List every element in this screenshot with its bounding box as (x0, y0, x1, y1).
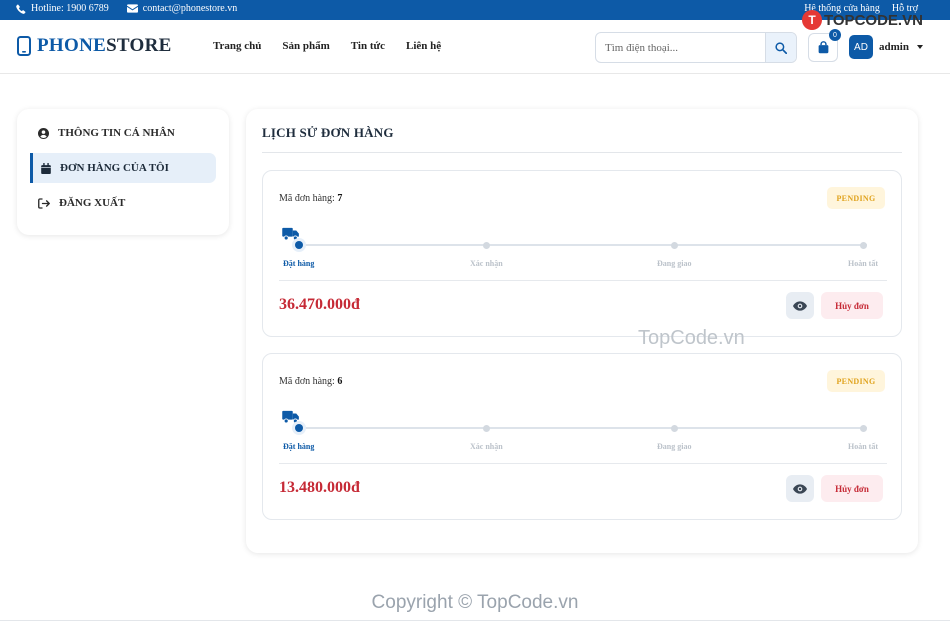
step-label-shipping: Đang giao (657, 442, 692, 451)
step-label-ordered: Đặt hàng (283, 259, 315, 268)
envelope-icon (126, 4, 138, 13)
sidebar-item-orders[interactable]: ĐƠN HÀNG CỦA TÔI (30, 153, 216, 183)
account-sidebar: THÔNG TIN CÁ NHÂN ĐƠN HÀNG CỦA TÔI ĐĂNG … (17, 109, 229, 235)
calendar-icon (41, 162, 51, 174)
order-total: 13.480.000đ (279, 479, 360, 496)
search-input[interactable] (596, 33, 766, 62)
step-label-confirmed: Xác nhận (470, 442, 503, 451)
username: admin (879, 41, 909, 53)
search-box (595, 32, 797, 63)
user-circle-icon (38, 127, 49, 139)
hotline[interactable]: Hotline: 1900 6789 (16, 3, 109, 14)
step-dot-completed (860, 425, 867, 432)
topcode-logo: T TOPCODE.VN (802, 10, 923, 30)
sidebar-item-logout[interactable]: ĐĂNG XUẤT (30, 188, 216, 218)
mobile-phone-icon (17, 36, 31, 56)
main-nav: Trang chủ Sản phẩm Tin tức Liên hệ (213, 40, 441, 52)
nav-news[interactable]: Tin tức (351, 40, 385, 52)
email-text: contact@phonestore.vn (142, 3, 238, 14)
step-dot-ordered (292, 421, 306, 435)
order-history-panel: LỊCH SỬ ĐƠN HÀNG Mã đơn hàng: 7 PENDING … (246, 109, 918, 553)
search-button[interactable] (765, 33, 796, 62)
sidebar-item-label: ĐƠN HÀNG CỦA TÔI (60, 162, 169, 174)
order-progress-tracker (279, 410, 887, 450)
order-total: 36.470.000đ (279, 296, 360, 313)
step-dot-confirmed (483, 242, 490, 249)
search-icon (775, 41, 787, 54)
phone-icon (16, 4, 26, 14)
step-dot-shipping (671, 242, 678, 249)
order-progress-tracker (279, 227, 887, 267)
topcode-logo-text: TOPCODE.VN (824, 11, 923, 29)
nav-contact[interactable]: Liên hệ (406, 40, 441, 52)
page-title: LỊCH SỬ ĐƠN HÀNG (262, 125, 394, 140)
sidebar-item-profile[interactable]: THÔNG TIN CÁ NHÂN (30, 118, 216, 148)
divider (279, 463, 887, 464)
view-order-button[interactable] (786, 292, 814, 319)
step-label-ordered: Đặt hàng (283, 442, 315, 451)
step-dot-shipping (671, 425, 678, 432)
step-label-completed: Hoàn tất (848, 259, 878, 268)
logo-phone-text: PHONE (37, 35, 107, 56)
user-menu[interactable]: AD admin (849, 35, 923, 59)
cart-button[interactable]: 0 (808, 29, 841, 62)
cart-count-badge: 0 (829, 29, 841, 41)
divider (262, 152, 902, 153)
view-order-button[interactable] (786, 475, 814, 502)
email-contact[interactable]: contact@phonestore.vn (126, 3, 238, 14)
order-card: Mã đơn hàng: 7 PENDING Đặt hàng Xác nhận… (262, 170, 902, 337)
step-label-confirmed: Xác nhận (470, 259, 503, 268)
shopping-bag-icon (818, 41, 828, 54)
status-badge: PENDING (827, 370, 885, 392)
step-dot-confirmed (483, 425, 490, 432)
logo-store-text: STORE (106, 35, 172, 56)
topcode-badge-icon: T (802, 10, 822, 30)
progress-line (299, 427, 867, 429)
footer-divider (0, 620, 950, 621)
logout-icon (38, 197, 50, 209)
cancel-order-button[interactable]: Hủy đơn (821, 475, 883, 502)
chevron-down-icon (916, 45, 923, 49)
step-dot-completed (860, 242, 867, 249)
eye-icon (793, 483, 807, 494)
progress-line (299, 244, 867, 246)
step-dot-ordered (292, 238, 306, 252)
order-code: Mã đơn hàng: 7 (279, 193, 343, 204)
avatar: AD (849, 35, 873, 59)
store-logo[interactable]: PHONESTORE (17, 35, 172, 57)
eye-icon (793, 300, 807, 311)
divider (279, 280, 887, 281)
step-label-completed: Hoàn tất (848, 442, 878, 451)
nav-products[interactable]: Sản phẩm (282, 40, 329, 52)
cancel-order-button[interactable]: Hủy đơn (821, 292, 883, 319)
step-label-shipping: Đang giao (657, 259, 692, 268)
copyright-text: Copyright © TopCode.vn (371, 592, 579, 613)
watermark-text: TopCode.vn (638, 327, 745, 349)
nav-home[interactable]: Trang chủ (213, 40, 261, 52)
order-code: Mã đơn hàng: 6 (279, 376, 343, 387)
sidebar-item-label: ĐĂNG XUẤT (59, 197, 126, 209)
hotline-text: Hotline: 1900 6789 (31, 3, 109, 14)
order-card: Mã đơn hàng: 6 PENDING Đặt hàng Xác nhận… (262, 353, 902, 520)
sidebar-item-label: THÔNG TIN CÁ NHÂN (58, 127, 175, 139)
status-badge: PENDING (827, 187, 885, 209)
